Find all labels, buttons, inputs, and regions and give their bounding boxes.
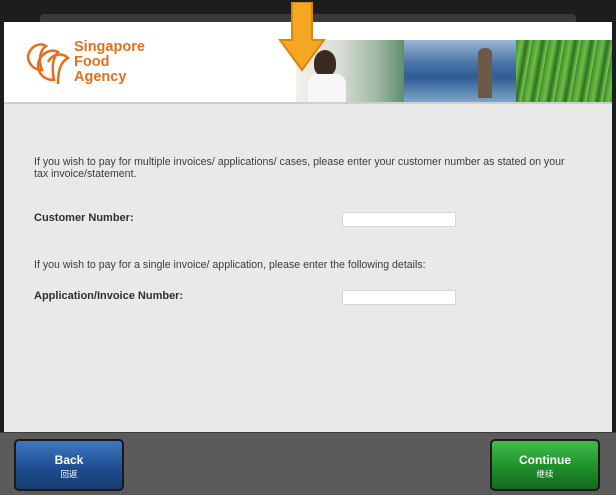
application-invoice-number-label: Application/Invoice Number:	[34, 290, 184, 302]
logo-line-2: Food	[74, 54, 110, 70]
down-arrow-icon	[278, 2, 326, 72]
kiosk-screen: Singapore Food Agency If you wish to pay…	[4, 22, 612, 432]
application-invoice-number-input[interactable]	[342, 290, 456, 305]
logo-wordmark: Singapore Food Agency	[74, 40, 145, 85]
fish-farm-photo	[404, 40, 516, 102]
customer-number-label: Customer Number:	[34, 212, 134, 224]
customer-number-input[interactable]	[342, 212, 456, 227]
kiosk-bezel-right	[612, 22, 616, 432]
back-button[interactable]: Back 回返	[14, 439, 124, 491]
single-invoice-instructions: If you wish to pay for a single invoice/…	[34, 259, 426, 271]
continue-button[interactable]: Continue 继续	[490, 439, 600, 491]
banner-photos	[296, 40, 612, 102]
logo-line-1: Singapore	[74, 39, 145, 55]
leaf-logo-icon	[26, 43, 70, 85]
sfa-logo: Singapore Food Agency	[24, 40, 184, 92]
back-button-label: Back	[54, 453, 84, 467]
continue-button-label: Continue	[519, 453, 571, 467]
continue-button-sublabel: 继续	[536, 469, 554, 479]
footer-bar: Back 回返 Continue 继续	[0, 432, 616, 495]
logo-line-3: Agency	[74, 69, 127, 85]
multi-invoice-instructions: If you wish to pay for multiple invoices…	[34, 156, 565, 180]
vegetable-field-photo	[516, 40, 612, 102]
back-button-sublabel: 回返	[60, 469, 78, 479]
